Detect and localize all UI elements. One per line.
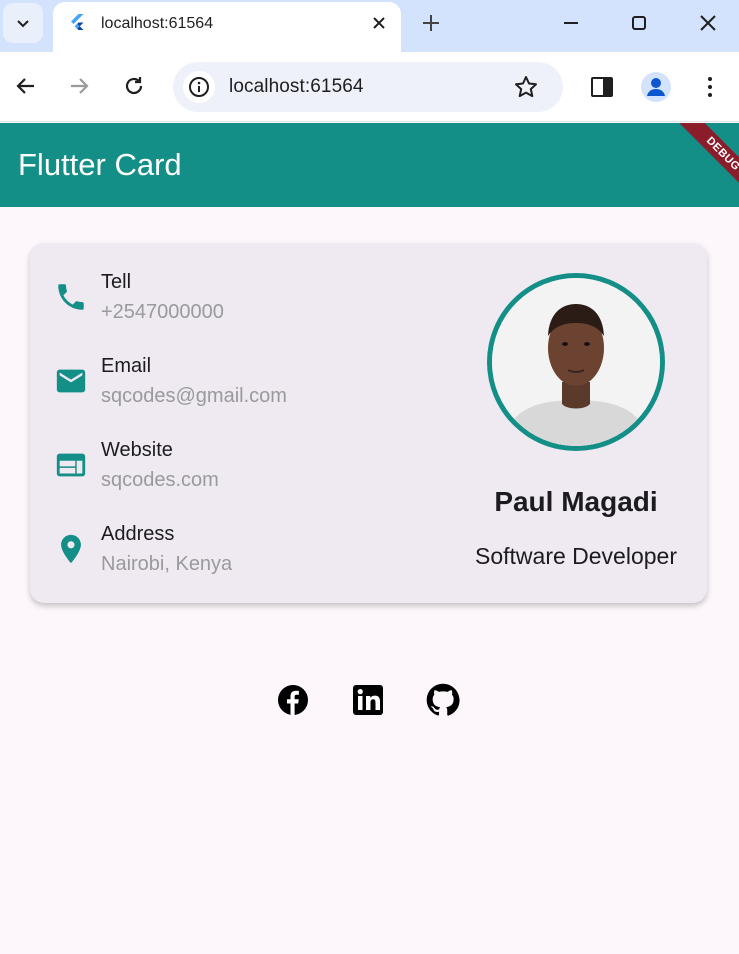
profile-button[interactable] <box>641 72 671 102</box>
chevron-down-icon <box>17 20 29 28</box>
profile-role: Software Developer <box>475 543 677 569</box>
site-info-button[interactable] <box>183 71 215 103</box>
contact-value: +2547000000 <box>101 301 224 323</box>
phone-icon <box>58 284 84 310</box>
contact-value: Nairobi, Kenya <box>101 553 233 575</box>
contact-label: Website <box>101 439 173 461</box>
debug-banner: DEBUG <box>655 123 739 207</box>
close-tab-icon[interactable] <box>369 13 389 33</box>
tab-title: localhost:61564 <box>101 15 214 32</box>
tab-search-button[interactable] <box>3 3 43 43</box>
side-panel-icon[interactable] <box>589 74 615 100</box>
profile-photo <box>492 278 660 446</box>
facebook-icon[interactable] <box>276 683 310 717</box>
minimize-icon[interactable] <box>558 10 584 36</box>
url-text: localhost:61564 <box>229 76 364 97</box>
flutter-logo-icon <box>71 14 84 30</box>
contact-label: Tell <box>101 271 132 293</box>
contact-label: Address <box>101 523 175 545</box>
reload-icon[interactable] <box>121 73 147 99</box>
more-vert-icon[interactable] <box>697 74 723 100</box>
browser-tab[interactable]: localhost:61564 <box>53 2 401 52</box>
bookmark-star-icon[interactable] <box>513 74 539 100</box>
info-icon <box>189 77 209 97</box>
contact-value: sqcodes.com <box>101 469 219 491</box>
address-bar[interactable]: localhost:61564 <box>173 62 563 112</box>
github-icon[interactable] <box>426 683 460 717</box>
avatar <box>487 273 665 451</box>
profile-name: Paul Magadi <box>494 486 658 517</box>
app-bar: Flutter Card <box>0 123 739 207</box>
contact-label: Email <box>101 355 152 377</box>
linkedin-icon[interactable] <box>351 683 385 717</box>
browser-toolbar: localhost:61564 <box>0 52 739 122</box>
mail-icon <box>56 369 86 393</box>
forward-arrow-icon[interactable] <box>66 73 92 99</box>
web-icon <box>56 453 86 477</box>
debug-banner-label: DEBUG <box>674 123 739 203</box>
contact-value: sqcodes@gmail.com <box>101 385 287 407</box>
profile-card: Tell +2547000000 Email sqcodes@gmail.com… <box>30 243 707 603</box>
maximize-icon[interactable] <box>626 10 652 36</box>
close-window-icon[interactable] <box>695 10 721 36</box>
app-title: Flutter Card <box>18 147 182 182</box>
location-pin-icon <box>61 534 81 564</box>
person-icon <box>647 78 665 96</box>
new-tab-icon[interactable] <box>418 10 444 36</box>
back-arrow-icon[interactable] <box>13 73 39 99</box>
browser-tab-strip: localhost:61564 <box>0 0 739 52</box>
